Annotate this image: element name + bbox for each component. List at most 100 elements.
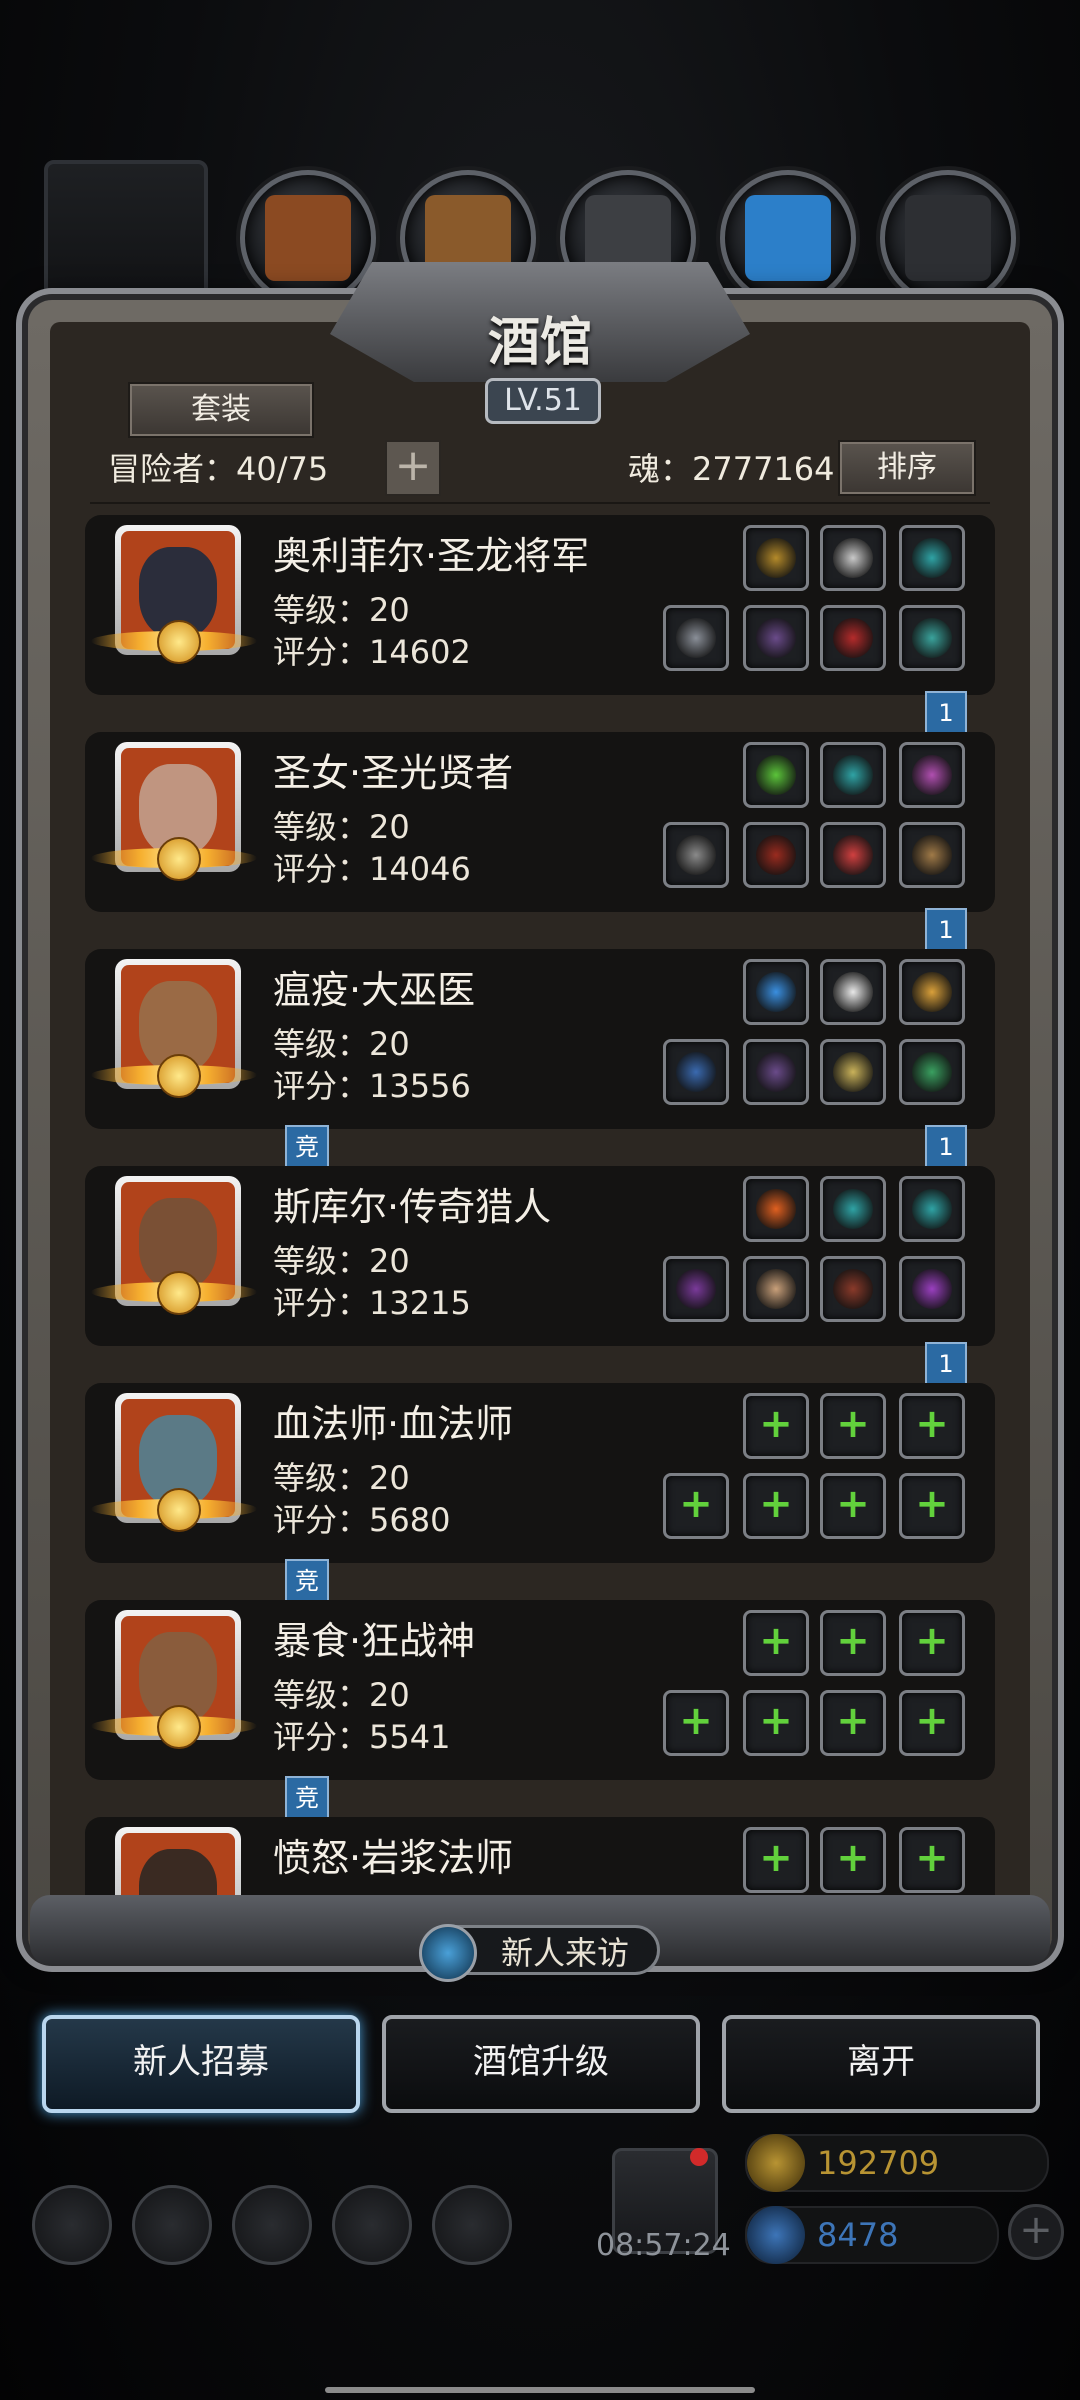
equipment-slot[interactable] [743, 1039, 809, 1105]
equipment-slot[interactable]: + [820, 1690, 886, 1756]
hero-card[interactable]: 奥利菲尔·圣龙将军 等级：20 评分：14602 [85, 515, 995, 695]
hero-card[interactable]: 瘟疫·大巫医 等级：20 评分：13556 [85, 949, 995, 1129]
add-icon: + [679, 1481, 713, 1527]
equipment-slot[interactable]: + [820, 1393, 886, 1459]
equipment-slot[interactable] [899, 959, 965, 1025]
upgrade-button[interactable]: 酒馆升级 [382, 2015, 700, 2113]
hero-card[interactable]: 暴食·狂战神 等级：20 评分：5541 + + + + + + + [85, 1600, 995, 1780]
equipment-slot[interactable] [899, 1039, 965, 1105]
equipment-slot[interactable] [663, 1039, 729, 1105]
add-icon: + [679, 1698, 713, 1744]
equipment-slot[interactable] [743, 742, 809, 808]
armor-icon [756, 1052, 796, 1092]
equipment-slot[interactable]: + [663, 1473, 729, 1539]
equipment-slot[interactable] [743, 822, 809, 888]
add-icon: + [915, 1835, 949, 1881]
achievement-icon[interactable] [132, 2185, 212, 2265]
hero-card[interactable]: 斯库尔·传奇猎人 等级：20 评分：13215 [85, 1166, 995, 1346]
equipment-slot[interactable]: + [743, 1473, 809, 1539]
new-visitor-button[interactable]: 新人来访 [419, 1924, 660, 1982]
equipment-slot[interactable]: + [899, 1610, 965, 1676]
resource-crystal-icon[interactable] [720, 170, 856, 306]
equipment-slot[interactable]: + [743, 1690, 809, 1756]
equipment-slot[interactable]: + [899, 1393, 965, 1459]
equipment-slot[interactable]: + [820, 1610, 886, 1676]
add-icon: + [836, 1481, 870, 1527]
equipment-slot[interactable] [820, 742, 886, 808]
equipment-slot[interactable] [899, 742, 965, 808]
add-icon: + [836, 1401, 870, 1447]
equipment-slot[interactable] [820, 1039, 886, 1105]
hero-name: 瘟疫·大巫医 [273, 968, 476, 1012]
add-currency-button[interactable]: + [1008, 2204, 1064, 2260]
player-portrait[interactable] [44, 160, 208, 318]
home-indicator[interactable] [325, 2387, 755, 2393]
equipment-slot[interactable] [820, 525, 886, 591]
sort-button[interactable]: 排序 [838, 440, 976, 496]
equipment-slot[interactable]: + [820, 1827, 886, 1893]
equipment-slot[interactable] [820, 1176, 886, 1242]
equipment-slot[interactable] [743, 1256, 809, 1322]
gift-timer: 08:57:24 [596, 2228, 731, 2263]
equipment-slot[interactable] [820, 959, 886, 1025]
set-button[interactable]: 套装 [128, 382, 314, 438]
rank-icon[interactable] [232, 2185, 312, 2265]
diamond-value: 8478 [817, 2216, 899, 2254]
equipment-slot[interactable]: + [899, 1473, 965, 1539]
add-icon: + [836, 1618, 870, 1664]
fire-icon [756, 1189, 796, 1229]
equipment-slot[interactable] [663, 605, 729, 671]
sword-icon [676, 618, 716, 658]
orb-icon [756, 972, 796, 1012]
recruit-button[interactable]: 新人招募 [42, 2015, 360, 2113]
equipment-slot[interactable] [820, 1256, 886, 1322]
equipment-slot[interactable]: + [663, 1690, 729, 1756]
guild-icon[interactable] [432, 2185, 512, 2265]
hero-card[interactable]: 愤怒·岩浆法师 + + + [85, 1817, 995, 1900]
equipment-slot[interactable] [899, 605, 965, 671]
hero-score: 评分：13556 [273, 1067, 471, 1105]
hero-score: 评分：14046 [273, 850, 471, 888]
equipment-slot[interactable]: + [820, 1473, 886, 1539]
diamond-icon [747, 2206, 805, 2264]
equipment-slot[interactable] [899, 1176, 965, 1242]
potion-icon [756, 755, 796, 795]
hero-card[interactable]: 圣女·圣光贤者 等级：20 评分：14046 [85, 732, 995, 912]
equipment-slot[interactable]: + [899, 1690, 965, 1756]
mail-icon[interactable] [332, 2185, 412, 2265]
hero-card[interactable]: 血法师·血法师 等级：20 评分：5680 + + + + + + + [85, 1383, 995, 1563]
equipment-slot[interactable] [899, 525, 965, 591]
equipment-slot[interactable] [899, 822, 965, 888]
equipment-slot[interactable] [743, 959, 809, 1025]
diamond-display: 8478 [745, 2206, 999, 2264]
hero-list[interactable]: 奥利菲尔·圣龙将军 等级：20 评分：14602 1 圣女·圣光贤者 等级：20 评分：14… [85, 515, 995, 1900]
equipment-slot[interactable] [743, 1176, 809, 1242]
lantern-icon [912, 972, 952, 1012]
mask-icon [912, 835, 952, 875]
hero-name: 暴食·狂战神 [273, 1619, 476, 1663]
leave-button[interactable]: 离开 [722, 2015, 1040, 2113]
equipment-slot[interactable] [663, 1256, 729, 1322]
hero-name: 斯库尔·传奇猎人 [273, 1185, 552, 1229]
hero-score: 评分：14602 [273, 633, 471, 671]
expand-capacity-button[interactable]: + [385, 440, 441, 496]
skull-icon [756, 1269, 796, 1309]
equipment-slot[interactable] [743, 525, 809, 591]
equipment-slot[interactable] [663, 822, 729, 888]
equipment-slot[interactable]: + [743, 1393, 809, 1459]
equipment-slot[interactable] [820, 822, 886, 888]
equipment-slot[interactable] [820, 605, 886, 671]
equipment-slot[interactable]: + [743, 1610, 809, 1676]
rank-medal-icon [157, 1271, 201, 1315]
heart-necklace-icon [833, 835, 873, 875]
gem-icon [912, 538, 952, 578]
equipment-slot[interactable]: + [743, 1827, 809, 1893]
feather-icon [833, 972, 873, 1012]
equipment-slot[interactable] [743, 605, 809, 671]
settings-icon[interactable] [32, 2185, 112, 2265]
add-icon: + [915, 1401, 949, 1447]
equipment-slot[interactable]: + [899, 1827, 965, 1893]
add-icon: + [759, 1835, 793, 1881]
equipment-slot[interactable] [899, 1256, 965, 1322]
hero-avatar[interactable] [115, 1827, 241, 1900]
